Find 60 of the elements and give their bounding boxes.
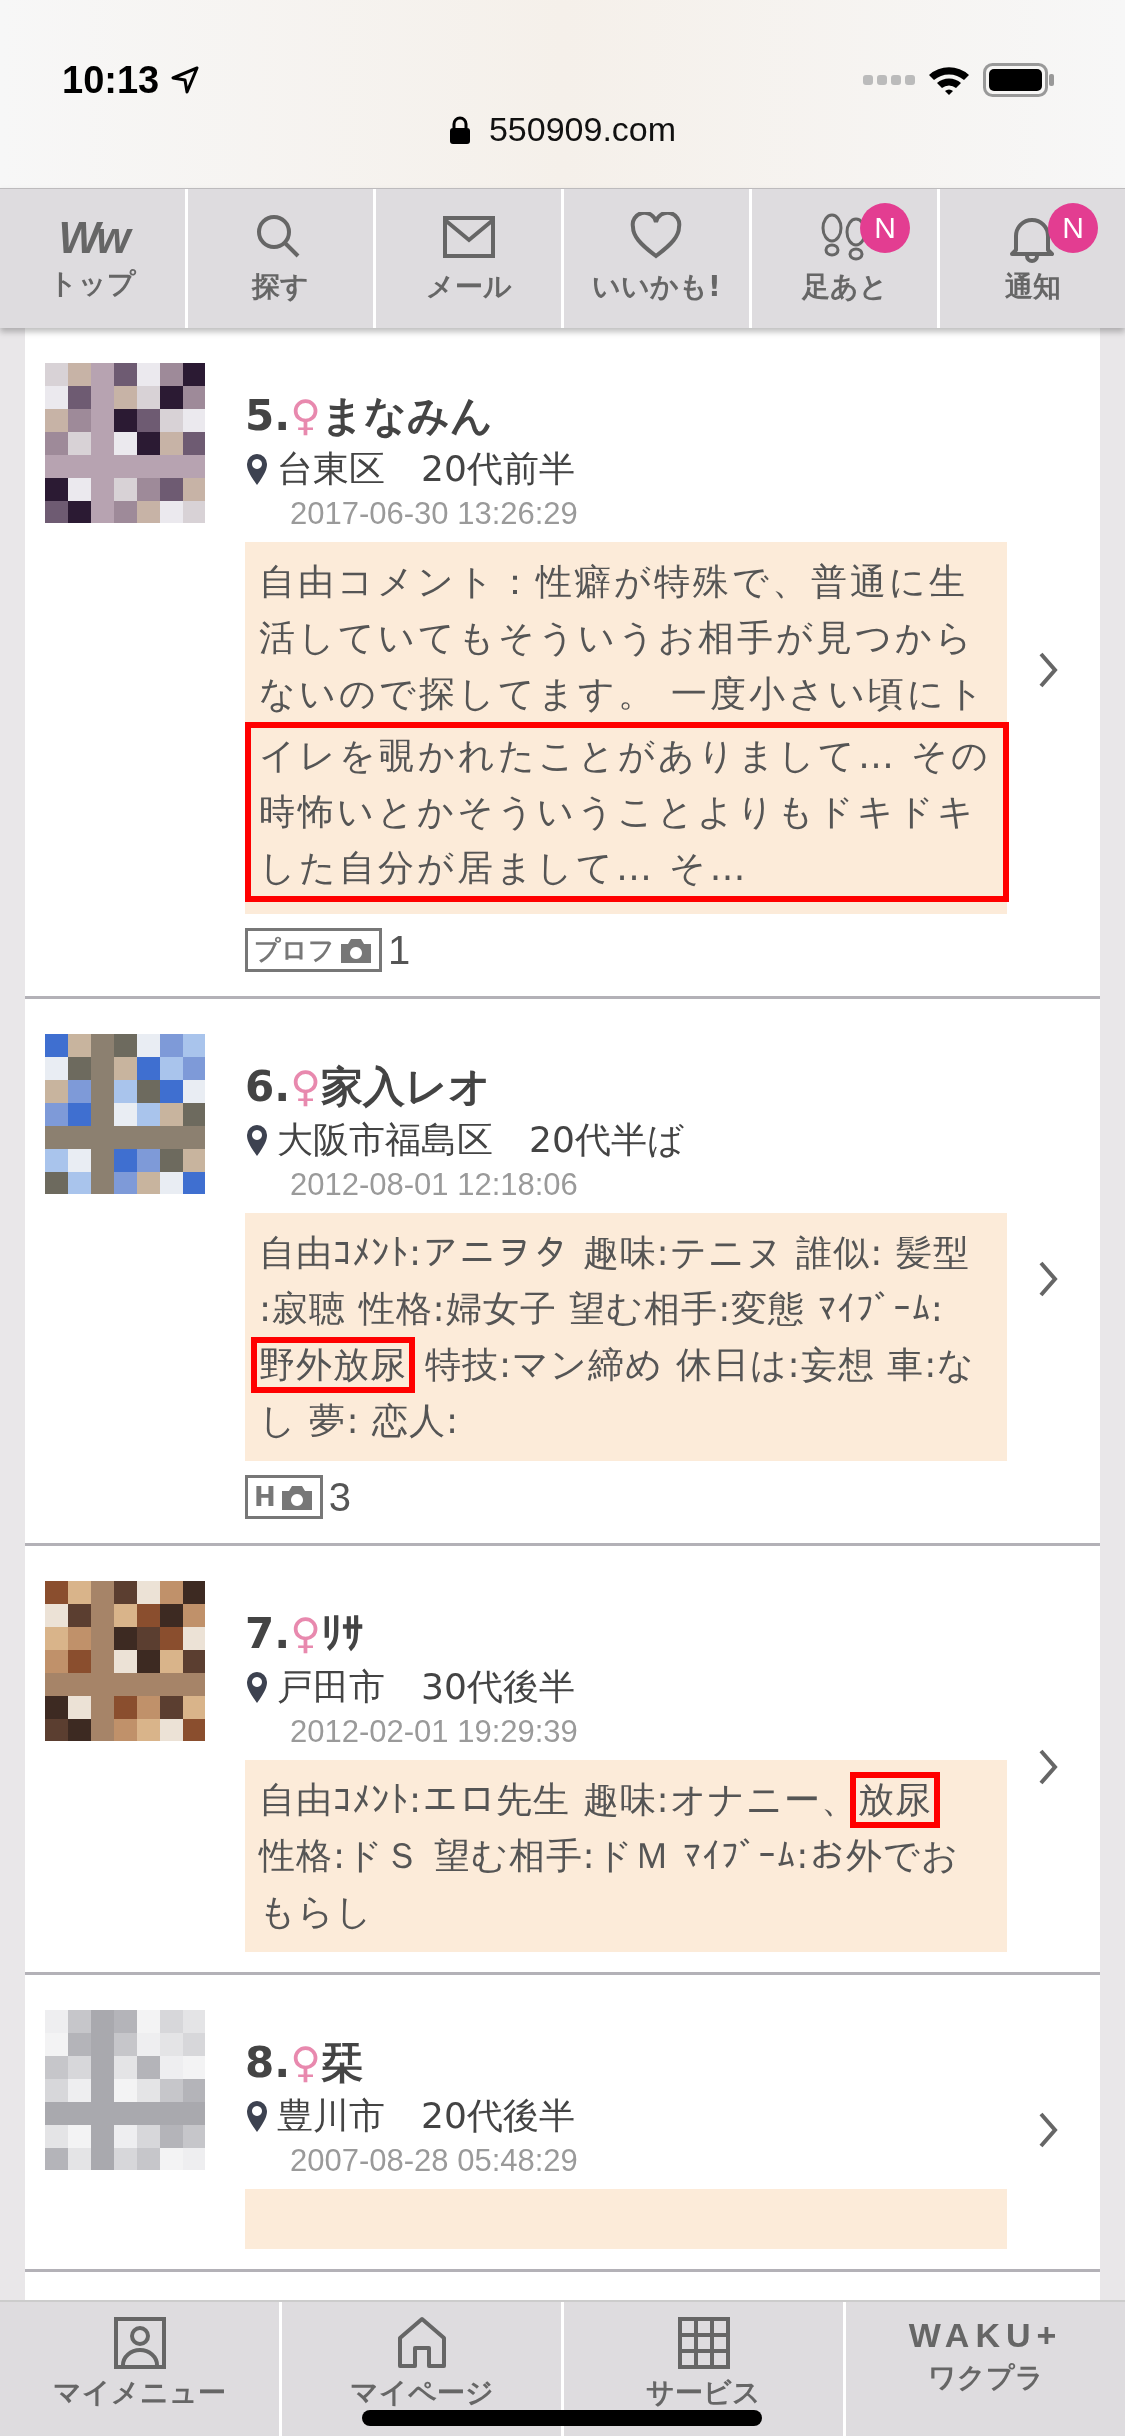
tab-label: ワクプラ [927,2360,1044,2396]
tab-label: サービス [646,2375,761,2411]
camera-icon [339,936,373,964]
profile-name: 5.♀まなみん [245,390,494,442]
tab-label: いいかも! [592,268,721,305]
comment-text: :寂聴 性格:婦女子 望む相手:変態 ﾏｲﾌﾞｰﾑ: [259,1287,944,1331]
comment-text: 自由ｺﾒﾝﾄ:アニヲタ 趣味:テニヌ 誰似: 髪型 [259,1231,970,1275]
photo-count: 3 [328,1474,351,1520]
nav-tab[interactable]: 探す [188,189,376,328]
clock-time: 10:13 [62,58,160,102]
tab-label: 通知 [1004,268,1061,305]
profile-name: 7.♀ﾘｻ [245,1608,364,1660]
map-pin-icon [245,1123,269,1157]
comment-text: 野外放尿 [251,1337,415,1393]
post-date: 2017-06-30 13:26:29 [289,495,579,533]
grid-icon [676,2316,731,2370]
tab-label: 足あと [801,268,888,305]
post-date: 2012-08-01 12:18:06 [289,1166,579,1204]
nav-tab[interactable]: いいかも! [564,189,752,328]
location-age: 台東区 20代前半 [277,447,575,491]
nav-tab[interactable]: N 通知 [940,189,1125,328]
map-pin-icon [245,452,269,486]
tab-label: メール [425,268,512,305]
comment-text: 自由コメント：性癖が特殊で、普通に生活していてもそういうお相手が見つからないので探してます。 一度小さい頃にト [259,560,989,716]
wifi-icon [927,64,971,96]
photo-tag: プロフ [245,928,382,972]
lock-icon [448,114,471,145]
location-age: 戸田市 30代後半 [277,1665,575,1709]
address-bar-url: 550909.com [488,110,677,149]
profile-name: 6.♀家入レオ [245,1061,492,1113]
comment-text: 特技:マン締め 休日は:妄想 車:な [425,1343,976,1387]
notification-badge: N [1048,203,1098,253]
notification-badge: N [860,203,910,253]
location-arrow-icon [171,66,200,94]
tab-label: マイメニュー [53,2375,226,2411]
tab-label: トップ [49,265,136,302]
comment-text: もらし [259,1890,373,1934]
comment-text: 放尿 [849,1772,940,1828]
tab-label: 探す [252,268,309,305]
profile-name: 8.♀栞 [245,2037,364,2089]
comment-text: イレを覗かれたことがありまして… その時怖いとかそういうことよりもドキドキした自分が居まして… そ… [245,722,1009,902]
battery-icon [983,63,1055,97]
person-frame-icon [112,2316,167,2370]
post-date: 2007-08-28 05:48:29 [289,2142,579,2180]
comment-text: 性格:ドＳ 望む相手:ドＭ ﾏｲﾌﾞｰﾑ:お外でお [259,1834,960,1878]
signal-icon [863,74,915,86]
camera-icon [279,1483,314,1511]
location-age: 豊川市 20代後半 [277,2094,575,2138]
map-pin-icon [245,1670,269,1704]
tab-label: マイページ [349,2375,494,2411]
post-date: 2012-02-01 19:29:39 [289,1713,579,1751]
photo-tag: H [245,1475,323,1519]
service-logo: WAKU+ [908,2316,1063,2355]
nav-tab[interactable]: メール [376,189,564,328]
location-age: 大阪市福島区 20代半ば [277,1118,684,1162]
map-pin-icon [245,2099,269,2133]
photo-count: 1 [388,927,411,973]
nav-tab[interactable]: N 足あと [752,189,940,328]
comment-text: し 夢: 恋人: [259,1399,460,1443]
nav-tab[interactable]: Ww トップ [0,189,188,328]
